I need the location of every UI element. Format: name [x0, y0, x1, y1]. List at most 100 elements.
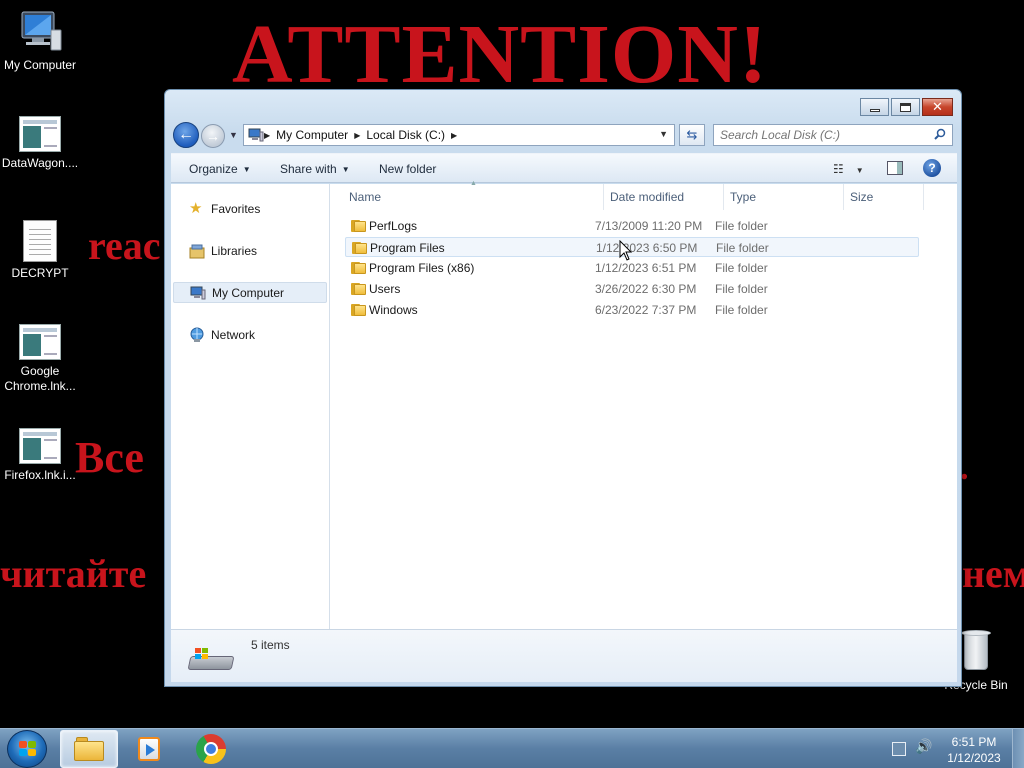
- recent-pages-dropdown[interactable]: ▼: [229, 130, 238, 140]
- refresh-icon: ⇆: [686, 127, 698, 142]
- column-divider[interactable]: [843, 184, 844, 210]
- column-divider[interactable]: [923, 184, 924, 210]
- folder-icon: [74, 737, 104, 761]
- desktop-icon-my-computer[interactable]: My Computer: [0, 10, 80, 73]
- help-button[interactable]: ?: [923, 159, 941, 177]
- share-with-button[interactable]: Share with ▼: [280, 162, 350, 176]
- arrow-left-icon: ←: [178, 126, 194, 143]
- breadcrumb-separator-icon[interactable]: ▶: [451, 131, 457, 140]
- folder-icon: [351, 303, 366, 316]
- address-row: ← → ▼ ▶ My Computer ▶ Local Disk (C:) ▶ …: [171, 122, 957, 150]
- file-row[interactable]: Windows 6/23/2022 7:37 PM File folder: [345, 300, 919, 320]
- computer-icon: [248, 128, 264, 142]
- breadcrumb-my-computer[interactable]: My Computer: [276, 128, 348, 142]
- desktop-icon-label: DataWagon....: [1, 156, 79, 170]
- file-date: 3/26/2022 6:30 PM: [595, 282, 697, 296]
- arrow-right-icon: →: [206, 128, 220, 144]
- breadcrumb-separator-icon[interactable]: ▶: [354, 131, 360, 140]
- search-icon[interactable]: [934, 128, 946, 140]
- wallpaper-line: Все: [75, 433, 144, 482]
- column-divider[interactable]: [603, 184, 604, 210]
- close-button[interactable]: ✕: [922, 98, 953, 116]
- start-button[interactable]: [7, 730, 47, 768]
- file-list: ▲ Name Date modified Type Size PerfLogs …: [331, 180, 957, 629]
- maximize-icon: [900, 102, 911, 112]
- computer-icon: [21, 11, 62, 51]
- file-type: File folder: [715, 261, 768, 275]
- show-desktop-button[interactable]: [1012, 729, 1024, 768]
- network-icon: [190, 327, 204, 342]
- minimize-button[interactable]: [860, 98, 889, 116]
- content-area: ★ Favorites Libraries My Computer Networ…: [171, 180, 957, 629]
- desktop-icon-datawagon[interactable]: DataWagon....: [0, 116, 80, 171]
- search-input[interactable]: [714, 125, 924, 145]
- file-row[interactable]: Users 3/26/2022 6:30 PM File folder: [345, 279, 919, 299]
- desktop-icon-label: DECRYPT: [11, 266, 69, 280]
- file-name: Program Files: [370, 241, 445, 255]
- shortcut-icon: [19, 116, 61, 152]
- folder-icon: [351, 261, 366, 274]
- folder-icon: [352, 241, 367, 254]
- file-row[interactable]: PerfLogs 7/13/2009 11:20 PM File folder: [345, 216, 919, 236]
- details-pane: 5 items: [171, 629, 957, 682]
- column-header-date-modified[interactable]: Date modified: [610, 190, 684, 204]
- desktop-icon-firefox[interactable]: Firefox.lnk.i...: [0, 428, 80, 483]
- nav-item-my-computer[interactable]: My Computer: [173, 282, 327, 303]
- clock-date: 1/12/2023: [947, 751, 1001, 765]
- file-type: File folder: [715, 219, 768, 233]
- file-type: File folder: [715, 303, 768, 317]
- organize-button[interactable]: Organize ▼: [189, 162, 251, 176]
- nav-item-network[interactable]: Network: [173, 324, 327, 345]
- back-button[interactable]: ←: [173, 122, 199, 148]
- address-history-dropdown-icon[interactable]: ▼: [659, 129, 668, 139]
- address-bar[interactable]: ▶ My Computer ▶ Local Disk (C:) ▶ ▼: [243, 124, 675, 146]
- change-view-button[interactable]: ☷ ▼: [833, 162, 864, 176]
- taskbar: 🔊 6:51 PM 1/12/2023: [0, 728, 1024, 768]
- desktop-icon-google-chrome[interactable]: Google Chrome.lnk...: [0, 324, 80, 394]
- file-name: Users: [369, 282, 401, 296]
- preview-pane-button[interactable]: [887, 161, 903, 175]
- system-clock[interactable]: 6:51 PM 1/12/2023: [935, 734, 1013, 766]
- column-header-size[interactable]: Size: [850, 190, 873, 204]
- file-type: File folder: [715, 282, 768, 296]
- file-date: 6/23/2022 7:37 PM: [595, 303, 697, 317]
- desktop-icon-label: Google Chrome.lnk...: [4, 364, 76, 393]
- network-tray-icon[interactable]: [892, 742, 906, 756]
- column-divider[interactable]: [723, 184, 724, 210]
- column-header-type[interactable]: Type: [730, 190, 756, 204]
- item-count: 5 items: [251, 638, 290, 652]
- chevron-down-icon: ▼: [229, 130, 238, 140]
- taskbar-chrome-button[interactable]: [182, 730, 240, 768]
- explorer-window: ✕ ← → ▼ ▶ My Computer ▶ Local Disk (C:) …: [164, 89, 962, 687]
- forward-button[interactable]: →: [201, 124, 225, 148]
- help-icon: ?: [928, 161, 936, 175]
- command-bar: Organize ▼ Share with ▼ New folder ☷ ▼ ?: [171, 153, 957, 183]
- recycle-bin-icon: [961, 630, 991, 672]
- nav-item-label: Libraries: [211, 243, 258, 258]
- folder-icon: [351, 219, 366, 232]
- nav-item-label: Favorites: [211, 201, 261, 216]
- chevron-down-icon: ▼: [855, 166, 864, 175]
- nav-item-favorites[interactable]: ★ Favorites: [173, 198, 327, 219]
- taskbar-explorer-button[interactable]: [60, 730, 118, 768]
- shortcut-icon: [19, 324, 61, 360]
- wallpaper-line: читайте: [0, 551, 147, 596]
- maximize-button[interactable]: [891, 98, 920, 116]
- new-folder-button[interactable]: New folder: [379, 162, 436, 176]
- nav-item-libraries[interactable]: Libraries: [173, 240, 327, 261]
- file-name: Windows: [369, 303, 418, 317]
- sort-ascending-icon: ▲: [470, 180, 477, 187]
- file-date: 1/12/2023 6:50 PM: [596, 241, 698, 255]
- minimize-icon: [869, 108, 880, 112]
- volume-icon[interactable]: 🔊: [915, 738, 932, 755]
- column-header-name[interactable]: Name: [349, 190, 381, 204]
- refresh-button[interactable]: ⇆: [679, 124, 705, 146]
- share-with-label: Share with: [280, 162, 337, 176]
- taskbar-media-player-button[interactable]: [120, 730, 178, 768]
- breadcrumb-local-disk[interactable]: Local Disk (C:): [366, 128, 445, 142]
- window-controls: ✕: [860, 98, 953, 116]
- file-date: 7/13/2009 11:20 PM: [595, 219, 703, 233]
- breadcrumb-separator-icon[interactable]: ▶: [264, 131, 270, 140]
- file-name: Program Files (x86): [369, 261, 475, 275]
- desktop-icon-decrypt[interactable]: DECRYPT: [0, 220, 80, 281]
